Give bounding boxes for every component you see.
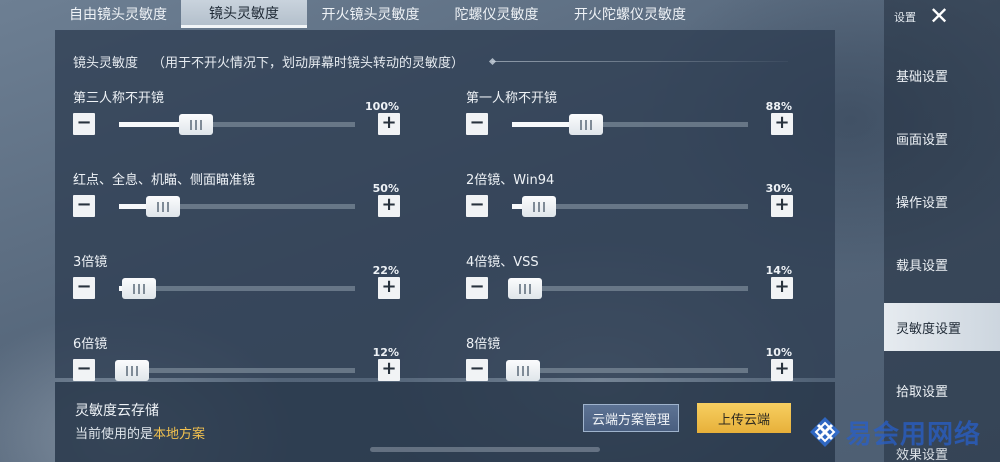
current-scheme-prefix: 当前使用的是 [75,427,154,442]
slider-handle[interactable] [505,360,540,381]
decrease-button[interactable]: − [73,359,95,381]
slider-label: 4倍镜、VSS [466,255,539,270]
grip-line-icon [166,201,169,212]
slider-track[interactable] [512,114,748,135]
slider-label: 红点、全息、机瞄、侧面瞄准镜 [73,173,256,188]
sidebar-item-vehicle[interactable]: 载具设置 [884,240,1000,288]
grip-line-icon [543,201,546,212]
sensitivity-slider: 第三人称不开镜 100% − + [73,87,403,147]
cloud-storage-title: 灵敏度云存储 [75,403,159,419]
sidebar-item-graphics[interactable]: 画面设置 [884,114,1000,162]
upload-cloud-button[interactable]: 上传云端 [697,403,791,433]
grip-line-icon [590,119,593,130]
section-hint: （用于不开火情况下，划动屏幕时镜头转动的灵敏度） [152,56,465,71]
slider-handle[interactable] [145,196,180,217]
slider-handle[interactable] [122,278,157,299]
tab-fire-camera[interactable]: 开火镜头灵敏度 [307,0,434,28]
tab-camera[interactable]: 镜头灵敏度 [181,0,307,28]
slider-track[interactable] [505,360,748,381]
grip-line-icon [194,119,197,130]
increase-button[interactable]: + [771,113,793,135]
increase-button[interactable]: + [771,359,793,381]
current-scheme: 当前使用的是本地方案 [75,423,205,442]
slider-handle[interactable] [115,360,150,381]
section-divider [492,61,788,62]
grip-line-icon [133,283,136,294]
increase-button[interactable]: + [378,195,400,217]
tab-fire-gyroscope[interactable]: 开火陀螺仪灵敏度 [559,0,701,28]
sidebar-item-basic[interactable]: 基础设置 [884,51,1000,99]
slider-label: 2倍镜、Win94 [466,173,555,188]
slider-label: 8倍镜 [466,337,501,352]
sidebar-item-controls[interactable]: 操作设置 [884,177,1000,225]
grip-line-icon [519,283,522,294]
increase-button[interactable]: + [771,277,793,299]
grip-line-icon [199,119,202,130]
sidebar-item-pickup[interactable]: 拾取设置 [884,366,1000,414]
grip-line-icon [161,201,164,212]
sensitivity-tabs: 自由镜头灵敏度 镜头灵敏度 开火镜头灵敏度 陀螺仪灵敏度 开火陀螺仪灵敏度 [55,0,835,30]
grip-line-icon [529,283,532,294]
decrease-button[interactable]: − [466,113,488,135]
decrease-button[interactable]: − [73,195,95,217]
decrease-button[interactable]: − [466,195,488,217]
sidebar-item-sensitivity[interactable]: 灵敏度设置 [884,303,1000,351]
slider-label: 第三人称不开镜 [73,91,165,106]
settings-sidebar: 设置 基础设置 画面设置 操作设置 载具设置 灵敏度设置 拾取设置 效果设置 [884,0,1000,462]
sensitivity-slider: 2倍镜、Win94 30% − + [466,169,796,229]
slider-track[interactable] [512,196,748,217]
grip-line-icon [156,201,159,212]
grip-line-icon [136,365,139,376]
grip-line-icon [131,365,134,376]
sensitivity-slider: 红点、全息、机瞄、侧面瞄准镜 50% − + [73,169,403,229]
slider-track[interactable] [115,360,355,381]
tab-gyroscope[interactable]: 陀螺仪灵敏度 [434,0,559,28]
sensitivity-slider: 4倍镜、VSS 14% − + [466,251,796,311]
settings-header: 设置 [894,11,916,24]
section-header: 镜头灵敏度 （用于不开火情况下，划动屏幕时镜头转动的灵敏度） [73,52,464,71]
current-scheme-value: 本地方案 [153,427,206,442]
increase-button[interactable]: + [378,277,400,299]
watermark-logo-icon [810,417,840,447]
sensitivity-slider: 3倍镜 22% − + [73,251,403,311]
grip-line-icon [126,365,129,376]
grip-line-icon [143,283,146,294]
grip-line-icon [521,365,524,376]
slider-handle[interactable] [522,196,557,217]
grip-line-icon [526,365,529,376]
slider-track[interactable] [119,114,355,135]
slider-handle[interactable] [508,278,543,299]
decrease-button[interactable]: − [466,359,488,381]
increase-button[interactable]: + [378,113,400,135]
grip-line-icon [585,119,588,130]
grip-line-icon [580,119,583,130]
slider-track[interactable] [119,196,355,217]
watermark-text: 易会用网络 [846,420,982,450]
slider-handle[interactable] [569,114,604,135]
grip-line-icon [138,283,141,294]
grip-line-icon [524,283,527,294]
grip-line-icon [533,201,536,212]
slider-label: 第一人称不开镜 [466,91,558,106]
slider-label: 6倍镜 [73,337,108,352]
slider-label: 3倍镜 [73,255,108,270]
slider-track[interactable] [508,278,748,299]
sensitivity-panel: 镜头灵敏度 （用于不开火情况下，划动屏幕时镜头转动的灵敏度） 第三人称不开镜 100… [55,30,835,381]
section-title: 镜头灵敏度 [73,56,139,71]
grip-line-icon [516,365,519,376]
slider-handle[interactable] [178,114,213,135]
increase-button[interactable]: + [378,359,400,381]
close-icon[interactable]: ✕ [925,2,953,30]
scroll-indicator [370,447,600,452]
sensitivity-slider: 第一人称不开镜 88% − + [466,87,796,147]
decrease-button[interactable]: − [466,277,488,299]
cloud-scheme-manage-button[interactable]: 云端方案管理 [583,404,679,432]
tab-free-camera[interactable]: 自由镜头灵敏度 [55,0,181,28]
slider-track[interactable] [119,278,355,299]
increase-button[interactable]: + [771,195,793,217]
grip-line-icon [189,119,192,130]
decrease-button[interactable]: − [73,277,95,299]
decrease-button[interactable]: − [73,113,95,135]
grip-line-icon [538,201,541,212]
